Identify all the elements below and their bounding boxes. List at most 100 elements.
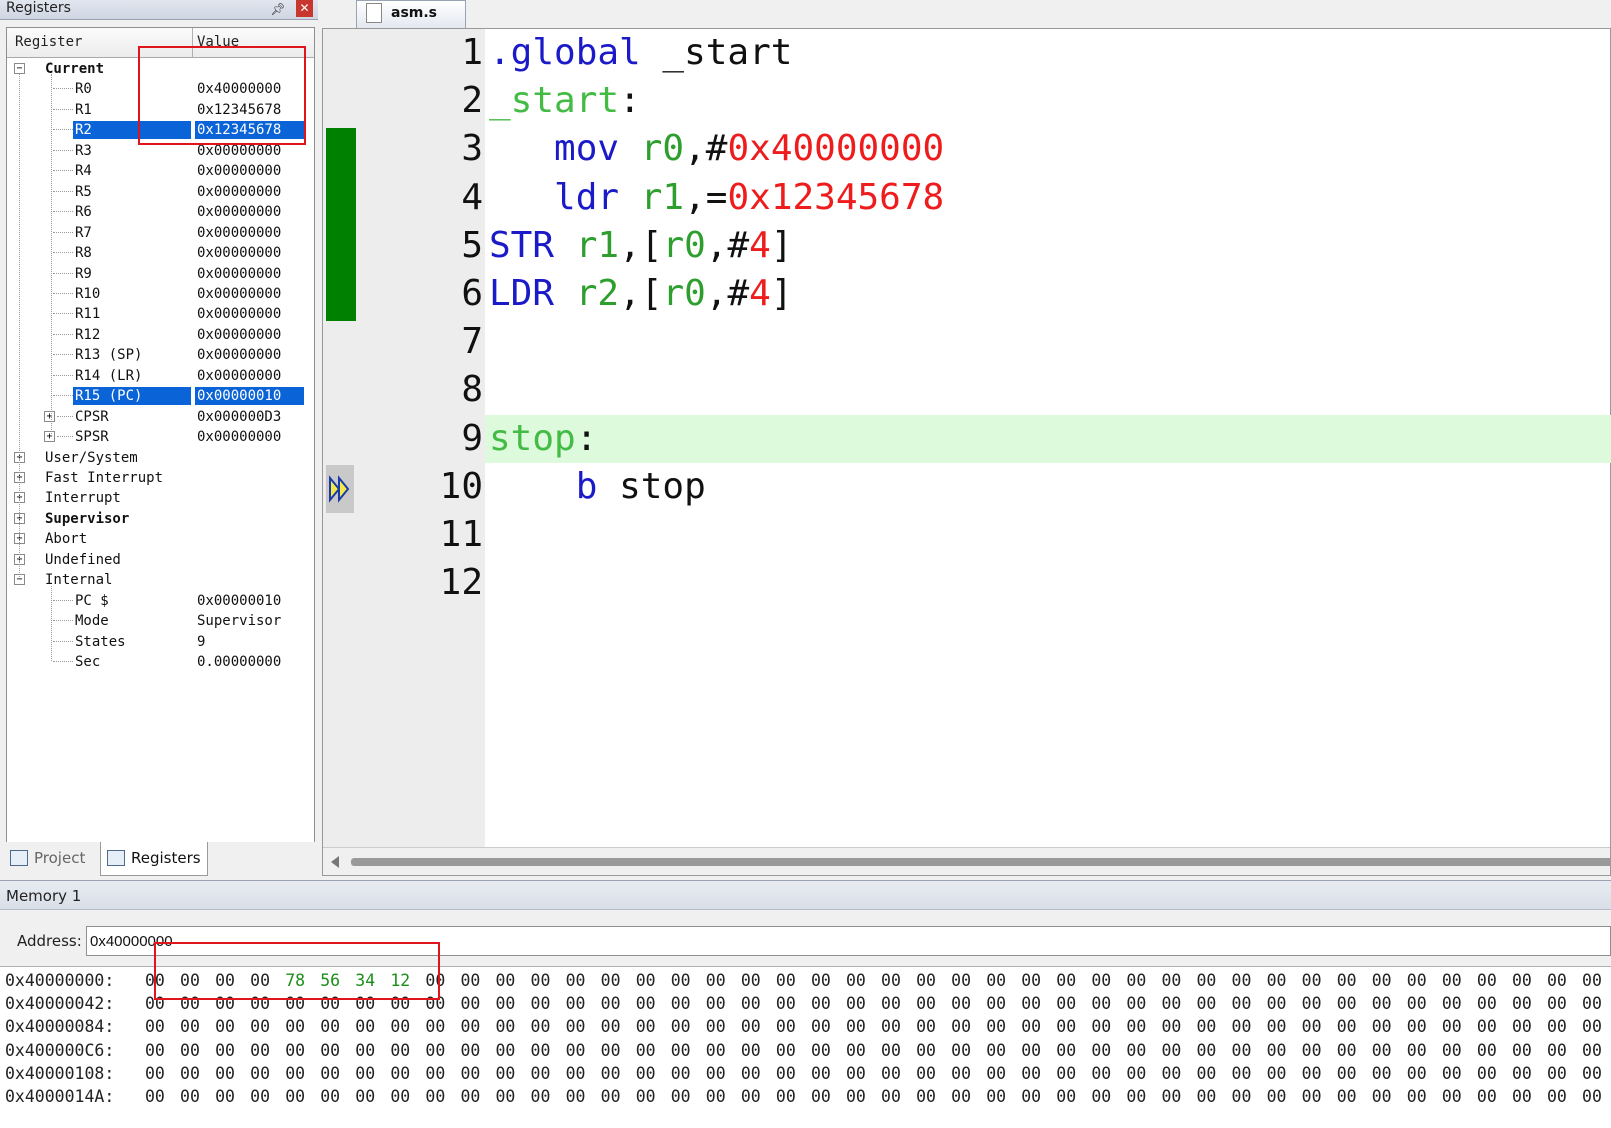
memory-byte[interactable]: 00 bbox=[460, 969, 480, 992]
memory-byte[interactable]: 00 bbox=[390, 1015, 410, 1038]
memory-byte[interactable]: 00 bbox=[1442, 1062, 1462, 1085]
memory-byte[interactable]: 00 bbox=[601, 969, 621, 992]
memory-byte[interactable]: 00 bbox=[951, 1015, 971, 1038]
memory-byte[interactable]: 00 bbox=[1337, 992, 1357, 1015]
memory-byte[interactable]: 00 bbox=[1512, 1062, 1532, 1085]
memory-byte[interactable]: 00 bbox=[250, 1015, 270, 1038]
memory-byte[interactable]: 00 bbox=[531, 969, 551, 992]
register-row-r6[interactable]: R6 0x00000000 bbox=[7, 201, 314, 222]
memory-byte[interactable]: 00 bbox=[1582, 1015, 1602, 1038]
memory-byte[interactable]: 00 bbox=[1302, 1085, 1322, 1108]
memory-byte[interactable]: 00 bbox=[1091, 1062, 1111, 1085]
memory-byte[interactable]: 00 bbox=[285, 1039, 305, 1062]
address-input[interactable] bbox=[86, 926, 1611, 956]
memory-byte[interactable]: 00 bbox=[531, 1085, 551, 1108]
memory-byte[interactable]: 00 bbox=[1547, 969, 1567, 992]
tab-project[interactable]: Project bbox=[4, 842, 96, 876]
memory-byte[interactable]: 00 bbox=[180, 1062, 200, 1085]
memory-byte[interactable]: 00 bbox=[881, 969, 901, 992]
memory-byte[interactable]: 00 bbox=[285, 992, 305, 1015]
memory-byte[interactable]: 78 bbox=[285, 969, 305, 992]
memory-byte[interactable]: 00 bbox=[496, 969, 516, 992]
memory-row[interactable]: 0x40000042: 00 00 00 00 00 00 00 00 00 00 00 00 00 00 0… bbox=[5, 992, 1611, 1015]
memory-byte[interactable]: 00 bbox=[566, 1039, 586, 1062]
register-row-r9[interactable]: R9 0x00000000 bbox=[7, 263, 314, 284]
memory-byte[interactable]: 00 bbox=[1302, 992, 1322, 1015]
memory-byte[interactable]: 00 bbox=[1582, 1062, 1602, 1085]
memory-byte[interactable]: 00 bbox=[601, 1015, 621, 1038]
memory-byte[interactable]: 00 bbox=[1091, 1015, 1111, 1038]
memory-byte[interactable]: 00 bbox=[636, 1015, 656, 1038]
register-row-spsr[interactable]: + SPSR 0x00000000 bbox=[7, 426, 314, 447]
memory-byte[interactable]: 00 bbox=[1091, 1085, 1111, 1108]
memory-byte[interactable]: 00 bbox=[1091, 969, 1111, 992]
memory-row[interactable]: 0x4000014A: 00 00 00 00 00 00 00 00 00 00 00 00 00 00 0… bbox=[5, 1085, 1611, 1108]
memory-byte[interactable]: 00 bbox=[986, 1062, 1006, 1085]
memory-byte[interactable]: 00 bbox=[1582, 1039, 1602, 1062]
memory-byte[interactable]: 00 bbox=[741, 1015, 761, 1038]
memory-byte[interactable]: 00 bbox=[320, 1039, 340, 1062]
memory-byte[interactable]: 00 bbox=[1547, 992, 1567, 1015]
memory-byte[interactable]: 00 bbox=[496, 1015, 516, 1038]
memory-byte[interactable]: 00 bbox=[355, 1062, 375, 1085]
memory-byte[interactable]: 00 bbox=[1021, 1015, 1041, 1038]
tree-group-user-system[interactable]: + User/System bbox=[7, 447, 314, 468]
memory-byte[interactable]: 00 bbox=[1021, 992, 1041, 1015]
memory-byte[interactable]: 00 bbox=[1477, 1015, 1497, 1038]
memory-byte[interactable]: 00 bbox=[846, 1015, 866, 1038]
memory-byte[interactable]: 00 bbox=[215, 969, 235, 992]
memory-byte[interactable]: 00 bbox=[390, 1062, 410, 1085]
memory-byte[interactable]: 00 bbox=[425, 1085, 445, 1108]
memory-byte[interactable]: 00 bbox=[1126, 1039, 1146, 1062]
memory-byte[interactable]: 00 bbox=[1021, 1062, 1041, 1085]
tree-group-supervisor[interactable]: + Supervisor bbox=[7, 508, 314, 529]
code-line[interactable]: 4 ldr r1,=0x12345678 bbox=[323, 174, 1610, 222]
memory-byte[interactable]: 00 bbox=[811, 969, 831, 992]
internal-row-pc[interactable]: PC $ 0x00000010 bbox=[7, 590, 314, 611]
memory-byte[interactable]: 00 bbox=[1477, 1039, 1497, 1062]
memory-byte[interactable]: 00 bbox=[320, 1085, 340, 1108]
register-row-r12[interactable]: R12 0x00000000 bbox=[7, 324, 314, 345]
memory-byte[interactable]: 00 bbox=[671, 1085, 691, 1108]
memory-byte[interactable]: 00 bbox=[881, 1085, 901, 1108]
internal-row-sec[interactable]: Sec 0.00000000 bbox=[7, 651, 314, 672]
register-row-r2[interactable]: R2 0x12345678 bbox=[7, 119, 314, 140]
memory-byte[interactable]: 00 bbox=[1512, 969, 1532, 992]
memory-byte[interactable]: 00 bbox=[425, 1015, 445, 1038]
memory-byte[interactable]: 00 bbox=[1512, 1085, 1532, 1108]
memory-byte[interactable]: 00 bbox=[1056, 1062, 1076, 1085]
internal-row-mode[interactable]: Mode Supervisor bbox=[7, 610, 314, 631]
memory-byte[interactable]: 00 bbox=[1091, 1039, 1111, 1062]
memory-byte[interactable]: 00 bbox=[1337, 1015, 1357, 1038]
tab-registers[interactable]: Registers bbox=[100, 842, 208, 876]
scrollbar-thumb[interactable] bbox=[351, 858, 1611, 866]
memory-byte[interactable]: 00 bbox=[811, 1085, 831, 1108]
code-line[interactable]: 3 mov r0,#0x40000000 bbox=[323, 125, 1610, 173]
memory-byte[interactable]: 00 bbox=[1337, 1062, 1357, 1085]
memory-byte[interactable]: 00 bbox=[846, 1039, 866, 1062]
register-row-r4[interactable]: R4 0x00000000 bbox=[7, 160, 314, 181]
memory-byte[interactable]: 00 bbox=[1442, 1015, 1462, 1038]
memory-byte[interactable]: 00 bbox=[1372, 969, 1392, 992]
register-row-r13[interactable]: R13 (SP) 0x00000000 bbox=[7, 344, 314, 365]
memory-byte[interactable]: 00 bbox=[285, 1062, 305, 1085]
register-row-r8[interactable]: R8 0x00000000 bbox=[7, 242, 314, 263]
register-row-r3[interactable]: R3 0x00000000 bbox=[7, 140, 314, 161]
memory-byte[interactable]: 00 bbox=[706, 1015, 726, 1038]
memory-byte[interactable]: 00 bbox=[916, 1085, 936, 1108]
memory-byte[interactable]: 00 bbox=[215, 1015, 235, 1038]
memory-byte[interactable]: 00 bbox=[1407, 1085, 1427, 1108]
memory-byte[interactable]: 00 bbox=[846, 1062, 866, 1085]
memory-byte[interactable]: 00 bbox=[145, 992, 165, 1015]
memory-byte[interactable]: 00 bbox=[1056, 969, 1076, 992]
memory-byte[interactable]: 00 bbox=[425, 969, 445, 992]
memory-byte[interactable]: 00 bbox=[1021, 969, 1041, 992]
code-line[interactable]: 5 STR r1,[r0,#4] bbox=[323, 222, 1610, 270]
memory-byte[interactable]: 00 bbox=[706, 1062, 726, 1085]
memory-byte[interactable]: 00 bbox=[1337, 1085, 1357, 1108]
memory-byte[interactable]: 00 bbox=[1126, 1015, 1146, 1038]
tree-group-current[interactable]: − Current bbox=[7, 58, 314, 79]
memory-byte[interactable]: 00 bbox=[1056, 992, 1076, 1015]
memory-byte[interactable]: 00 bbox=[1547, 1062, 1567, 1085]
memory-byte[interactable]: 00 bbox=[425, 1062, 445, 1085]
